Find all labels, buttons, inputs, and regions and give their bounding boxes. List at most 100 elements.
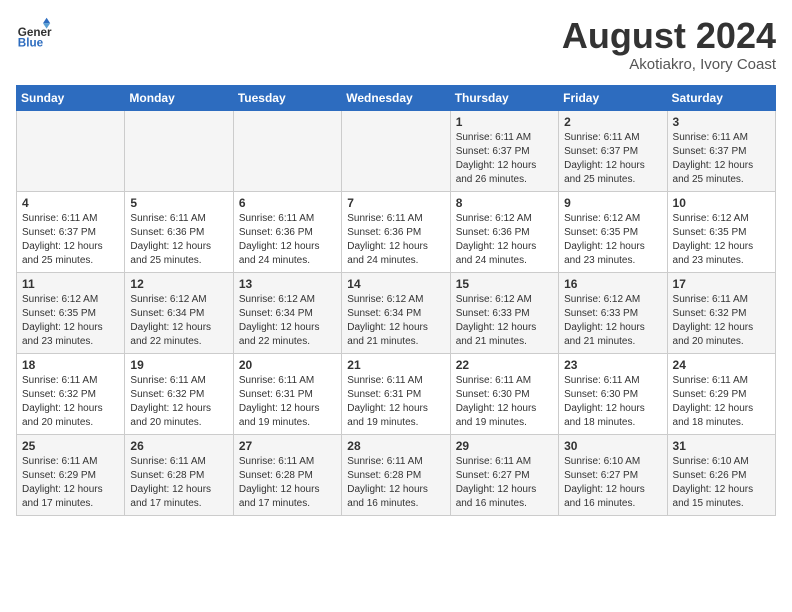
- title-block: August 2024 Akotiakro, Ivory Coast: [562, 16, 776, 73]
- calendar-cell: 1 Sunrise: 6:11 AM Sunset: 6:37 PM Daylig…: [450, 110, 558, 191]
- day-info: Sunrise: 6:11 AM Sunset: 6:37 PM Dayligh…: [456, 131, 553, 187]
- calendar-cell: 2 Sunrise: 6:11 AM Sunset: 6:37 PM Daylig…: [559, 110, 667, 191]
- logo: General Blue: [16, 16, 52, 52]
- day-info: Sunrise: 6:11 AM Sunset: 6:31 PM Dayligh…: [239, 374, 336, 430]
- day-of-week-header: Tuesday: [233, 85, 341, 110]
- day-number: 7: [347, 196, 444, 210]
- day-of-week-header: Wednesday: [342, 85, 450, 110]
- day-info: Sunrise: 6:12 AM Sunset: 6:35 PM Dayligh…: [564, 212, 661, 268]
- day-number: 10: [673, 196, 770, 210]
- day-number: 24: [673, 358, 770, 372]
- day-info: Sunrise: 6:12 AM Sunset: 6:36 PM Dayligh…: [456, 212, 553, 268]
- calendar-cell: 27 Sunrise: 6:11 AM Sunset: 6:28 PM Dayli…: [233, 434, 341, 515]
- calendar-cell: 10 Sunrise: 6:12 AM Sunset: 6:35 PM Dayli…: [667, 191, 775, 272]
- header: General Blue August 2024 Akotiakro, Ivor…: [16, 16, 776, 73]
- day-number: 27: [239, 439, 336, 453]
- calendar-cell: 18Sunrise: 6:11 AM Sunset: 6:32 PM Dayli…: [17, 353, 125, 434]
- calendar-cell: [342, 110, 450, 191]
- calendar-cell: 26Sunrise: 6:11 AM Sunset: 6:28 PM Dayli…: [125, 434, 233, 515]
- day-number: 23: [564, 358, 661, 372]
- calendar-cell: 4 Sunrise: 6:11 AM Sunset: 6:37 PM Daylig…: [17, 191, 125, 272]
- day-info: Sunrise: 6:10 AM Sunset: 6:27 PM Dayligh…: [564, 455, 661, 511]
- calendar-cell: 22 Sunrise: 6:11 AM Sunset: 6:30 PM Dayli…: [450, 353, 558, 434]
- calendar-week-row: 11Sunrise: 6:12 AM Sunset: 6:35 PM Dayli…: [17, 272, 776, 353]
- day-info: Sunrise: 6:11 AM Sunset: 6:36 PM Dayligh…: [239, 212, 336, 268]
- day-info: Sunrise: 6:11 AM Sunset: 6:37 PM Dayligh…: [564, 131, 661, 187]
- day-of-week-header: Thursday: [450, 85, 558, 110]
- day-info: Sunrise: 6:11 AM Sunset: 6:32 PM Dayligh…: [22, 374, 119, 430]
- day-number: 21: [347, 358, 444, 372]
- day-info: Sunrise: 6:11 AM Sunset: 6:28 PM Dayligh…: [347, 455, 444, 511]
- day-number: 6: [239, 196, 336, 210]
- day-info: Sunrise: 6:11 AM Sunset: 6:37 PM Dayligh…: [22, 212, 119, 268]
- svg-text:Blue: Blue: [18, 37, 44, 50]
- calendar: SundayMondayTuesdayWednesdayThursdayFrid…: [16, 85, 776, 516]
- day-of-week-header: Sunday: [17, 85, 125, 110]
- day-info: Sunrise: 6:11 AM Sunset: 6:32 PM Dayligh…: [130, 374, 227, 430]
- calendar-cell: 12 Sunrise: 6:12 AM Sunset: 6:34 PM Dayli…: [125, 272, 233, 353]
- day-info: Sunrise: 6:12 AM Sunset: 6:34 PM Dayligh…: [347, 293, 444, 349]
- day-number: 5: [130, 196, 227, 210]
- day-number: 13: [239, 277, 336, 291]
- logo-icon: General Blue: [16, 16, 52, 52]
- day-number: 2: [564, 115, 661, 129]
- day-number: 8: [456, 196, 553, 210]
- day-number: 12: [130, 277, 227, 291]
- calendar-week-row: 18Sunrise: 6:11 AM Sunset: 6:32 PM Dayli…: [17, 353, 776, 434]
- day-info: Sunrise: 6:11 AM Sunset: 6:37 PM Dayligh…: [673, 131, 770, 187]
- day-number: 3: [673, 115, 770, 129]
- calendar-week-row: 25Sunrise: 6:11 AM Sunset: 6:29 PM Dayli…: [17, 434, 776, 515]
- calendar-cell: 16 Sunrise: 6:12 AM Sunset: 6:33 PM Dayli…: [559, 272, 667, 353]
- calendar-cell: 17 Sunrise: 6:11 AM Sunset: 6:32 PM Dayli…: [667, 272, 775, 353]
- day-number: 20: [239, 358, 336, 372]
- month-title: August 2024: [562, 16, 776, 56]
- calendar-cell: 31 Sunrise: 6:10 AM Sunset: 6:26 PM Dayli…: [667, 434, 775, 515]
- day-number: 31: [673, 439, 770, 453]
- day-info: Sunrise: 6:12 AM Sunset: 6:34 PM Dayligh…: [130, 293, 227, 349]
- calendar-cell: 28Sunrise: 6:11 AM Sunset: 6:28 PM Dayli…: [342, 434, 450, 515]
- day-info: Sunrise: 6:10 AM Sunset: 6:26 PM Dayligh…: [673, 455, 770, 511]
- day-number: 25: [22, 439, 119, 453]
- calendar-cell: [17, 110, 125, 191]
- day-number: 19: [130, 358, 227, 372]
- calendar-cell: 3 Sunrise: 6:11 AM Sunset: 6:37 PM Daylig…: [667, 110, 775, 191]
- day-number: 15: [456, 277, 553, 291]
- calendar-cell: [233, 110, 341, 191]
- day-number: 16: [564, 277, 661, 291]
- calendar-cell: 15Sunrise: 6:12 AM Sunset: 6:33 PM Dayli…: [450, 272, 558, 353]
- day-number: 30: [564, 439, 661, 453]
- day-number: 22: [456, 358, 553, 372]
- calendar-week-row: 4 Sunrise: 6:11 AM Sunset: 6:37 PM Daylig…: [17, 191, 776, 272]
- day-number: 17: [673, 277, 770, 291]
- day-info: Sunrise: 6:11 AM Sunset: 6:27 PM Dayligh…: [456, 455, 553, 511]
- calendar-cell: 14Sunrise: 6:12 AM Sunset: 6:34 PM Dayli…: [342, 272, 450, 353]
- day-info: Sunrise: 6:11 AM Sunset: 6:32 PM Dayligh…: [673, 293, 770, 349]
- day-number: 4: [22, 196, 119, 210]
- calendar-cell: 6 Sunrise: 6:11 AM Sunset: 6:36 PM Daylig…: [233, 191, 341, 272]
- day-info: Sunrise: 6:11 AM Sunset: 6:30 PM Dayligh…: [456, 374, 553, 430]
- day-number: 1: [456, 115, 553, 129]
- calendar-cell: 7Sunrise: 6:11 AM Sunset: 6:36 PM Daylig…: [342, 191, 450, 272]
- day-of-week-header: Saturday: [667, 85, 775, 110]
- day-number: 9: [564, 196, 661, 210]
- day-info: Sunrise: 6:11 AM Sunset: 6:31 PM Dayligh…: [347, 374, 444, 430]
- day-info: Sunrise: 6:12 AM Sunset: 6:35 PM Dayligh…: [673, 212, 770, 268]
- day-number: 29: [456, 439, 553, 453]
- day-info: Sunrise: 6:12 AM Sunset: 6:33 PM Dayligh…: [564, 293, 661, 349]
- calendar-cell: 21 Sunrise: 6:11 AM Sunset: 6:31 PM Dayli…: [342, 353, 450, 434]
- calendar-cell: 9 Sunrise: 6:12 AM Sunset: 6:35 PM Daylig…: [559, 191, 667, 272]
- calendar-cell: 11Sunrise: 6:12 AM Sunset: 6:35 PM Dayli…: [17, 272, 125, 353]
- calendar-header-row: SundayMondayTuesdayWednesdayThursdayFrid…: [17, 85, 776, 110]
- day-info: Sunrise: 6:11 AM Sunset: 6:29 PM Dayligh…: [673, 374, 770, 430]
- calendar-cell: 20 Sunrise: 6:11 AM Sunset: 6:31 PM Dayli…: [233, 353, 341, 434]
- day-info: Sunrise: 6:11 AM Sunset: 6:28 PM Dayligh…: [130, 455, 227, 511]
- day-of-week-header: Monday: [125, 85, 233, 110]
- calendar-cell: 29 Sunrise: 6:11 AM Sunset: 6:27 PM Dayli…: [450, 434, 558, 515]
- calendar-cell: 8 Sunrise: 6:12 AM Sunset: 6:36 PM Daylig…: [450, 191, 558, 272]
- calendar-cell: 23Sunrise: 6:11 AM Sunset: 6:30 PM Dayli…: [559, 353, 667, 434]
- day-info: Sunrise: 6:11 AM Sunset: 6:28 PM Dayligh…: [239, 455, 336, 511]
- calendar-cell: 24 Sunrise: 6:11 AM Sunset: 6:29 PM Dayli…: [667, 353, 775, 434]
- day-of-week-header: Friday: [559, 85, 667, 110]
- day-info: Sunrise: 6:12 AM Sunset: 6:34 PM Dayligh…: [239, 293, 336, 349]
- calendar-cell: [125, 110, 233, 191]
